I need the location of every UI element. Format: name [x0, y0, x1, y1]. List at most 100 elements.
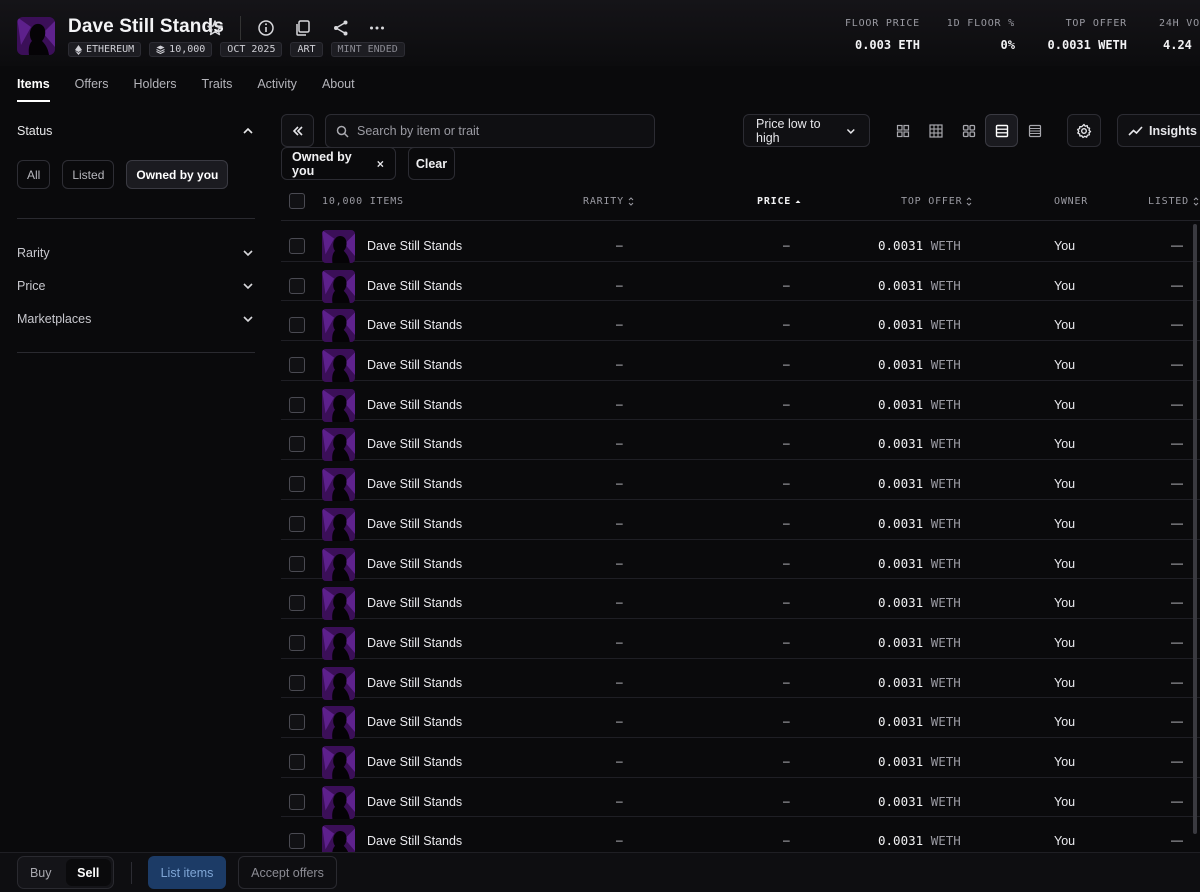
- table-row[interactable]: Dave Still Stands – – 0.0031 WETH You —: [281, 738, 1200, 779]
- item-owner: You: [1054, 516, 1076, 531]
- row-checkbox[interactable]: [289, 238, 305, 254]
- table-row[interactable]: Dave Still Stands – – 0.0031 WETH You —: [281, 222, 1200, 263]
- item-name[interactable]: Dave Still Stands: [367, 557, 462, 571]
- row-checkbox[interactable]: [289, 634, 305, 651]
- table-row[interactable]: Dave Still Stands – – 0.0031 WETH You —: [281, 817, 1200, 852]
- clear-filters-button[interactable]: Clear: [408, 147, 455, 180]
- item-top-offer: 0.0031 WETH: [878, 238, 961, 253]
- status-owned-button[interactable]: Owned by you: [126, 160, 229, 189]
- item-name[interactable]: Dave Still Stands: [367, 437, 462, 451]
- row-checkbox[interactable]: [289, 674, 305, 691]
- item-name[interactable]: Dave Still Stands: [367, 834, 462, 848]
- sell-mode-button[interactable]: Sell: [65, 859, 111, 886]
- item-name[interactable]: Dave Still Stands: [367, 715, 462, 729]
- item-name[interactable]: Dave Still Stands: [367, 795, 462, 809]
- settings-button[interactable]: [1067, 114, 1101, 147]
- stat-24h-volume: 24H VOL 4.24: [1159, 18, 1200, 52]
- grid-large-view-button[interactable]: [952, 114, 985, 147]
- silhouette-image: [322, 468, 355, 502]
- row-checkbox[interactable]: [289, 555, 305, 572]
- column-listed[interactable]: LISTED: [1148, 196, 1199, 207]
- status-listed-button[interactable]: Listed: [62, 160, 115, 189]
- tab-offers[interactable]: Offers: [75, 77, 109, 102]
- column-price[interactable]: PRICE: [757, 196, 801, 207]
- item-name[interactable]: Dave Still Stands: [367, 398, 462, 412]
- tab-activity[interactable]: Activity: [257, 77, 297, 102]
- grid-small-view-button[interactable]: [886, 114, 919, 147]
- sidebar-divider: [17, 352, 255, 353]
- active-filter-chip[interactable]: Owned by you: [281, 147, 396, 180]
- item-name[interactable]: Dave Still Stands: [367, 755, 462, 769]
- share-icon[interactable]: [331, 18, 351, 38]
- sort-dropdown[interactable]: Price low to high: [743, 114, 870, 147]
- table-row[interactable]: Dave Still Stands – – 0.0031 WETH You —: [281, 778, 1200, 819]
- table-row[interactable]: Dave Still Stands – – 0.0031 WETH You —: [281, 540, 1200, 581]
- offer-amount: 0.0031: [878, 555, 924, 571]
- close-icon[interactable]: [376, 159, 385, 169]
- item-name[interactable]: Dave Still Stands: [367, 596, 462, 610]
- row-checkbox[interactable]: [289, 595, 305, 612]
- row-checkbox[interactable]: [289, 317, 305, 334]
- item-name[interactable]: Dave Still Stands: [367, 318, 462, 332]
- table-row[interactable]: Dave Still Stands – – 0.0031 WETH You —: [281, 579, 1200, 621]
- item-name[interactable]: Dave Still Stands: [367, 477, 462, 491]
- price-section-header[interactable]: Price: [17, 269, 255, 302]
- more-options-icon[interactable]: [367, 18, 387, 38]
- list-items-button[interactable]: List items: [148, 856, 226, 889]
- buy-mode-button[interactable]: Buy: [18, 857, 64, 888]
- collapse-sidebar-button[interactable]: [281, 114, 314, 147]
- insights-button[interactable]: Insights: [1117, 114, 1200, 147]
- tab-holders[interactable]: Holders: [133, 77, 176, 102]
- row-checkbox[interactable]: [289, 793, 305, 810]
- item-name[interactable]: Dave Still Stands: [367, 358, 462, 372]
- tab-about[interactable]: About: [322, 77, 355, 102]
- row-checkbox[interactable]: [289, 436, 305, 453]
- info-icon[interactable]: [256, 18, 276, 38]
- grid-medium-view-button[interactable]: [919, 114, 952, 147]
- table-row[interactable]: Dave Still Stands – – 0.0031 WETH You —: [281, 420, 1200, 462]
- item-name[interactable]: Dave Still Stands: [367, 517, 462, 531]
- list-view-button[interactable]: [1018, 114, 1051, 147]
- row-checkbox[interactable]: [289, 396, 305, 413]
- marketplaces-section-header[interactable]: Marketplaces: [17, 302, 255, 335]
- table-row[interactable]: Dave Still Stands – – 0.0031 WETH You —: [281, 262, 1200, 303]
- table-row[interactable]: Dave Still Stands – – 0.0031 WETH You —: [281, 500, 1200, 541]
- table-row[interactable]: Dave Still Stands – – 0.0031 WETH You —: [281, 698, 1200, 740]
- copy-icon[interactable]: [293, 18, 313, 38]
- item-top-offer: 0.0031 WETH: [878, 675, 961, 690]
- star-icon[interactable]: [205, 18, 225, 38]
- item-name[interactable]: Dave Still Stands: [367, 279, 462, 293]
- status-section-header[interactable]: Status: [17, 112, 255, 150]
- item-name[interactable]: Dave Still Stands: [367, 239, 462, 253]
- status-all-button[interactable]: All: [17, 160, 51, 189]
- search-input[interactable]: [357, 124, 637, 138]
- rarity-section-header[interactable]: Rarity: [17, 236, 255, 269]
- row-checkbox[interactable]: [289, 277, 305, 294]
- offer-amount: 0.0031: [878, 753, 924, 769]
- table-row[interactable]: Dave Still Stands – – 0.0031 WETH You —: [281, 460, 1200, 502]
- column-rarity[interactable]: RARITY: [583, 196, 634, 207]
- row-checkbox[interactable]: [289, 714, 305, 731]
- accept-offers-button[interactable]: Accept offers: [238, 856, 337, 889]
- row-checkbox[interactable]: [289, 476, 305, 493]
- select-all-checkbox[interactable]: [289, 193, 305, 209]
- table-view-button[interactable]: [985, 114, 1018, 147]
- item-name[interactable]: Dave Still Stands: [367, 636, 462, 650]
- row-checkbox[interactable]: [289, 833, 305, 850]
- tab-traits[interactable]: Traits: [202, 77, 233, 102]
- table-row[interactable]: Dave Still Stands – – 0.0031 WETH You —: [281, 381, 1200, 422]
- table-scrollbar[interactable]: [1193, 224, 1197, 834]
- item-name[interactable]: Dave Still Stands: [367, 676, 462, 690]
- table-row[interactable]: Dave Still Stands – – 0.0031 WETH You —: [281, 619, 1200, 660]
- table-row[interactable]: Dave Still Stands – – 0.0031 WETH You —: [281, 659, 1200, 700]
- silhouette-image: [322, 825, 355, 852]
- stat-value: 0.0031 WETH: [1047, 38, 1127, 52]
- row-checkbox[interactable]: [289, 753, 305, 770]
- column-top-offer[interactable]: TOP OFFER: [901, 196, 972, 207]
- table-row[interactable]: Dave Still Stands – – 0.0031 WETH You —: [281, 301, 1200, 343]
- tab-items[interactable]: Items: [17, 77, 50, 102]
- row-checkbox[interactable]: [289, 515, 305, 532]
- sort-icon: [628, 197, 634, 206]
- table-row[interactable]: Dave Still Stands – – 0.0031 WETH You —: [281, 341, 1200, 383]
- row-checkbox[interactable]: [289, 357, 305, 374]
